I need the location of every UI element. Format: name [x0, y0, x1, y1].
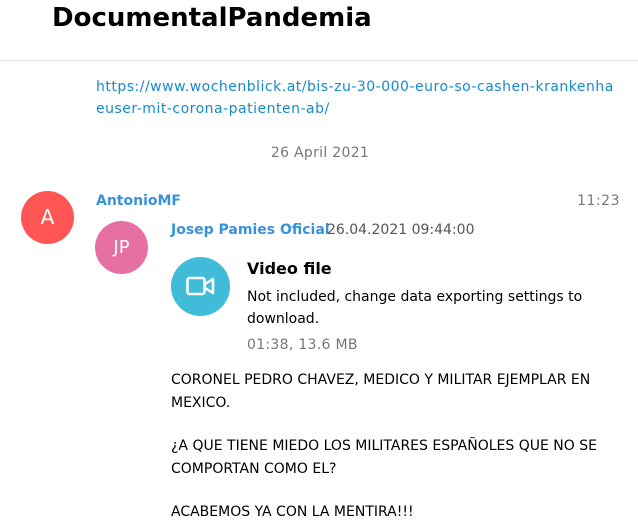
message-text-line: ACABEMOS YA CON LA MENTIRA!!! [171, 504, 414, 520]
sender-avatar[interactable]: A [21, 191, 74, 244]
page-title: DocumentalPandemia [52, 3, 372, 33]
message-time: 11:23 [577, 193, 620, 209]
message-text-line: MEXICO. [171, 395, 231, 411]
message-text-line: ¿A QUE TIENE MIEDO LOS MILITARES ESPAÑOL… [171, 438, 597, 454]
media-status: Not included, change data exporting sett… [247, 289, 583, 327]
forwarded-date: 26.04.2021 09:44:00 [327, 222, 475, 238]
video-camera-icon[interactable] [171, 257, 230, 316]
media-title: Video file [247, 259, 332, 278]
chat-header: DocumentalPandemia [0, 0, 638, 61]
media-size: 01:38, 13.6 MB [247, 337, 358, 353]
message-text-line: CORONEL PEDRO CHAVEZ, MEDICO Y MILITAR E… [171, 372, 591, 388]
message-link[interactable]: https://www.wochenblick.at/bis-zu-30-000… [96, 76, 616, 120]
forwarded-from-name[interactable]: Josep Pamies Oficial [171, 222, 330, 238]
message-text-line: COMPORTAN COMO EL? [171, 461, 337, 477]
date-separator: 26 April 2021 [270, 145, 370, 161]
forwarded-avatar[interactable]: JP [95, 221, 148, 274]
sender-name[interactable]: AntonioMF [96, 193, 181, 209]
